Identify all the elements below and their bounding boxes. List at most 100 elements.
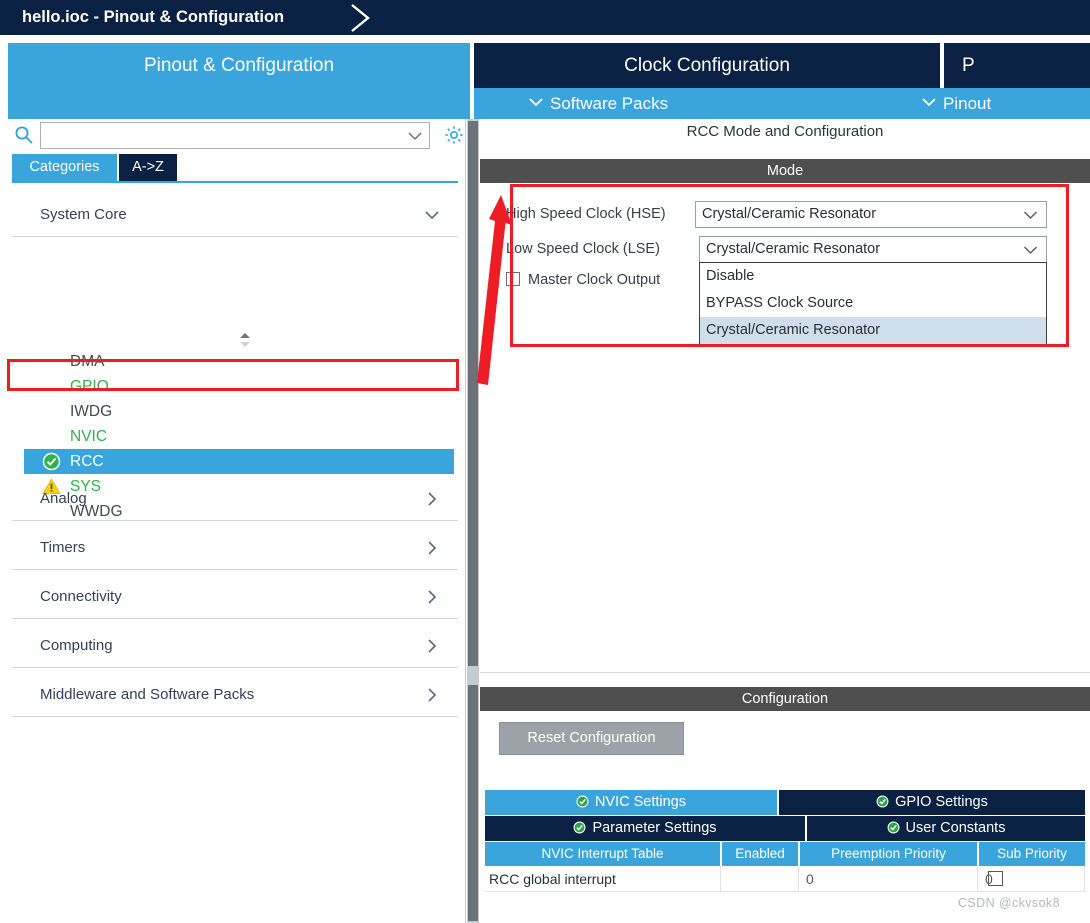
cell-sub-priority[interactable]: 0: [979, 866, 1085, 892]
main-tab-strip: Pinout & Configuration Clock Configurati…: [0, 35, 1090, 88]
accordion-header-system-core[interactable]: System Core: [12, 193, 458, 237]
sub-tab-strip: Software Packs Pinout: [0, 88, 1090, 119]
search-input[interactable]: [47, 123, 402, 148]
tab-categories[interactable]: Categories: [12, 154, 117, 181]
tree-item-iwdg[interactable]: IWDG: [12, 399, 458, 424]
column-header-sub-priority[interactable]: Sub Priority: [979, 842, 1085, 866]
chevron-down-icon[interactable]: [1023, 208, 1038, 221]
tree-item-gpio[interactable]: GPIO: [12, 374, 458, 399]
column-header-nvic-interrupt-table[interactable]: NVIC Interrupt Table: [485, 842, 721, 866]
cell-enabled[interactable]: [722, 866, 1003, 892]
tab-nvic-settings-label: NVIC Settings: [594, 794, 687, 810]
chevron-down-icon[interactable]: [1023, 243, 1038, 256]
tab-user-constants[interactable]: User Constants: [807, 816, 1085, 841]
tree-item-rcc[interactable]: RCC: [24, 449, 454, 474]
chevron-right-icon[interactable]: [424, 638, 440, 654]
mode-section-body: High Speed Clock (HSE) Crystal/Ceramic R…: [480, 183, 1090, 673]
section-header-configuration: Configuration: [480, 687, 1090, 711]
table-row[interactable]: RCC global interrupt 0 0: [485, 866, 1085, 892]
accordion-group-analog: Analog: [12, 477, 458, 521]
panel-scrollbar[interactable]: [467, 119, 479, 923]
tree-item-nvic-label: NVIC: [70, 428, 108, 445]
tab-parameter-settings[interactable]: Parameter Settings: [485, 816, 805, 841]
chevron-right-icon[interactable]: [424, 687, 440, 703]
accordion-label-computing: Computing: [40, 637, 113, 654]
combo-high-speed-clock-value: Crystal/Ceramic Resonator: [702, 206, 877, 222]
panel-caption: RCC Mode and Configuration: [480, 119, 1090, 145]
tab-nvic-settings[interactable]: NVIC Settings: [485, 790, 777, 815]
check-circle-icon: [573, 821, 586, 834]
scroll-updown-icon[interactable]: [237, 333, 253, 347]
accordion-header-connectivity[interactable]: Connectivity: [12, 575, 458, 619]
tree-item-nvic[interactable]: NVIC: [12, 424, 458, 449]
reset-configuration-button[interactable]: Reset Configuration: [499, 722, 684, 755]
component-sidebar: Categories A->Z System Core DMA GPIO IWD…: [0, 119, 466, 923]
chevron-down-icon: [922, 97, 936, 107]
accordion-group-system-core: System Core: [12, 193, 458, 237]
configuration-section-body: Reset Configuration NVIC Settings GPIO S…: [480, 711, 1090, 923]
panel-scrollbar-thumb-bottom[interactable]: [468, 685, 478, 921]
accordion-header-timers[interactable]: Timers: [12, 526, 458, 570]
tree-item-gpio-label: GPIO: [70, 378, 109, 395]
sub-tab-pinout[interactable]: Pinout: [922, 88, 991, 119]
category-tab-underline: [12, 181, 458, 183]
sub-tab-pinout-label: Pinout: [943, 94, 992, 113]
dropdown-option-crystal-ceramic-resonator[interactable]: Crystal/Ceramic Resonator: [700, 317, 1046, 344]
sub-tab-software-packs-label: Software Packs: [550, 94, 669, 113]
checkbox-box[interactable]: [506, 272, 520, 286]
tree-item-iwdg-label: IWDG: [70, 403, 113, 420]
dropdown-option-bypass-clock-source[interactable]: BYPASS Clock Source: [700, 290, 1046, 317]
combo-low-speed-clock-value: Crystal/Ceramic Resonator: [706, 241, 881, 257]
panel-scrollbar-thumb-top[interactable]: [468, 121, 478, 666]
accordion-group-connectivity: Connectivity: [12, 575, 458, 619]
chevron-right-icon[interactable]: [424, 540, 440, 556]
tab-project-manager[interactable]: P: [944, 43, 1090, 88]
check-circle-icon: [887, 821, 900, 834]
tab-clock-configuration[interactable]: Clock Configuration: [474, 43, 940, 88]
gear-icon[interactable]: [443, 124, 465, 146]
combo-low-speed-clock[interactable]: Crystal/Ceramic Resonator: [699, 236, 1047, 263]
column-header-enabled[interactable]: Enabled: [722, 842, 799, 866]
accordion-header-analog[interactable]: Analog: [12, 477, 458, 521]
project-title: hello.ioc - Pinout & Configuration: [22, 8, 285, 26]
chevron-down-icon[interactable]: [407, 128, 423, 144]
cell-preemption-priority[interactable]: 0: [800, 866, 978, 892]
dropdown-option-disable[interactable]: Disable: [700, 263, 1046, 290]
accordion-label-connectivity: Connectivity: [40, 588, 122, 605]
chevron-right-icon[interactable]: [424, 491, 440, 507]
column-header-preemption-priority[interactable]: Preemption Priority: [800, 842, 978, 866]
check-circle-icon: [42, 452, 61, 471]
checkbox-master-clock-output-label: Master Clock Output: [528, 272, 661, 288]
check-circle-icon: [576, 795, 589, 808]
accordion-label-timers: Timers: [40, 539, 86, 556]
chevron-down-icon: [529, 97, 543, 107]
tree-item-dma[interactable]: DMA: [12, 349, 458, 374]
accordion-header-middleware[interactable]: Middleware and Software Packs: [12, 673, 458, 717]
accordion-group-computing: Computing: [12, 624, 458, 668]
chevron-right-icon[interactable]: [424, 589, 440, 605]
dropdown-low-speed-clock-options[interactable]: Disable BYPASS Clock Source Crystal/Cera…: [699, 262, 1047, 345]
tree-item-dma-label: DMA: [70, 353, 105, 370]
tab-pinout-configuration[interactable]: Pinout & Configuration: [8, 43, 470, 88]
accordion-label-analog: Analog: [40, 490, 87, 507]
sub-tab-left-bg: [8, 88, 470, 119]
category-tab-row: Categories A->Z: [0, 154, 466, 181]
cell-interrupt-name: RCC global interrupt: [485, 866, 721, 892]
combo-high-speed-clock[interactable]: Crystal/Ceramic Resonator: [695, 201, 1047, 228]
configuration-tab-group: NVIC Settings GPIO Settings Parameter Se…: [485, 790, 1085, 842]
tab-a-to-z[interactable]: A->Z: [119, 154, 177, 181]
search-box[interactable]: [40, 122, 430, 149]
label-high-speed-clock: High Speed Clock (HSE): [506, 206, 666, 222]
rcc-configuration-panel: RCC Mode and Configuration Mode High Spe…: [467, 119, 1090, 923]
sub-tab-software-packs[interactable]: Software Packs: [529, 88, 668, 119]
tab-parameter-settings-label: Parameter Settings: [592, 820, 717, 836]
table-header-row: NVIC Interrupt Table Enabled Preemption …: [485, 842, 1085, 866]
label-low-speed-clock: Low Speed Clock (LSE): [506, 241, 660, 257]
check-circle-icon: [876, 795, 889, 808]
accordion-label-middleware: Middleware and Software Packs: [40, 686, 255, 703]
chevron-right-icon: [346, 2, 376, 34]
tab-gpio-settings[interactable]: GPIO Settings: [779, 790, 1085, 815]
chevron-down-icon[interactable]: [424, 207, 440, 223]
accordion-header-computing[interactable]: Computing: [12, 624, 458, 668]
search-icon: [14, 125, 34, 145]
